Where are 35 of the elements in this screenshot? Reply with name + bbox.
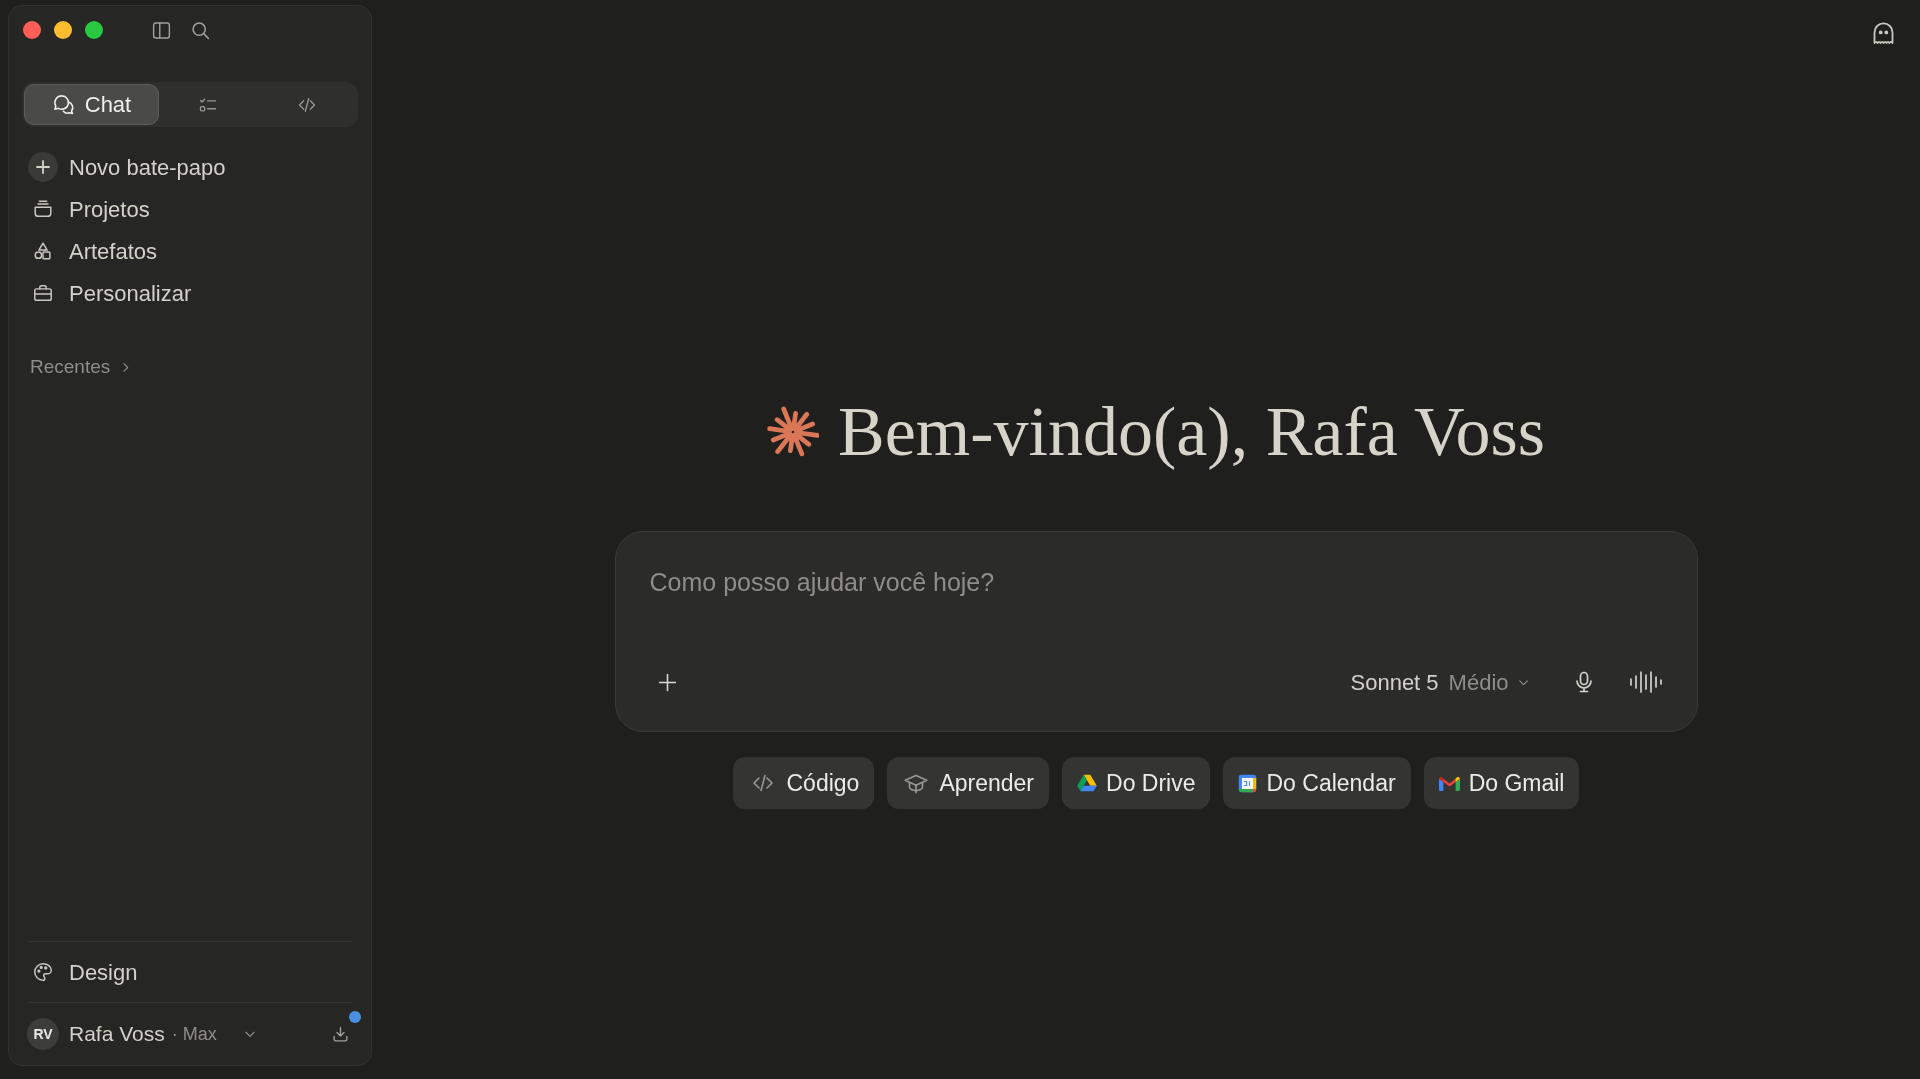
- message-input[interactable]: Como posso ajudar você hoje?: [649, 567, 1663, 599]
- user-avatar[interactable]: RV: [27, 1018, 59, 1050]
- envelope-logo-icon: [1438, 775, 1460, 791]
- close-button[interactable]: [23, 21, 41, 39]
- nav-item[interactable]: Personalizar: [22, 272, 358, 314]
- maximize-button[interactable]: [85, 21, 103, 39]
- suggestion-chip[interactable]: Aprender: [887, 757, 1049, 809]
- suggestion-chip[interactable]: Código: [732, 757, 875, 809]
- chat-bubbles-icon: [51, 93, 75, 116]
- triangle-logo-icon: [1077, 774, 1097, 792]
- suggestion-chip[interactable]: Do Drive: [1062, 757, 1211, 809]
- search-icon[interactable]: [190, 19, 211, 41]
- user-name: Rafa Voss: [69, 1021, 165, 1048]
- recents-toggle[interactable]: Recentes: [30, 351, 133, 383]
- tray-icon: [32, 198, 54, 220]
- palette-icon: [32, 961, 54, 983]
- calendar-icon: [1238, 773, 1258, 793]
- plus-icon[interactable]: [657, 671, 678, 693]
- nav-item[interactable]: Projetos: [22, 188, 358, 230]
- mode-tab[interactable]: Chat: [24, 84, 159, 125]
- spark-icon: [766, 406, 819, 458]
- sidebar-toggle-icon[interactable]: [151, 19, 172, 41]
- nav-item[interactable]: Novo bate-papo: [22, 146, 358, 188]
- briefcase-icon: [32, 282, 54, 304]
- plan-label: · Max: [171, 1022, 217, 1046]
- download-icon[interactable]: [331, 1024, 350, 1044]
- nav-item[interactable]: Artefatos: [22, 230, 358, 272]
- suggestion-chip[interactable]: Do Calendar: [1223, 757, 1411, 809]
- plus-icon: [28, 152, 58, 182]
- minimize-button[interactable]: [54, 21, 72, 39]
- nav-item[interactable]: Design: [22, 942, 358, 1002]
- model-selector[interactable]: Sonnet 5 Médio: [1350, 664, 1530, 700]
- suggestion-chip[interactable]: Do Gmail: [1423, 757, 1580, 809]
- shapes-icon: [32, 240, 54, 262]
- waveform-icon[interactable]: [1628, 670, 1663, 694]
